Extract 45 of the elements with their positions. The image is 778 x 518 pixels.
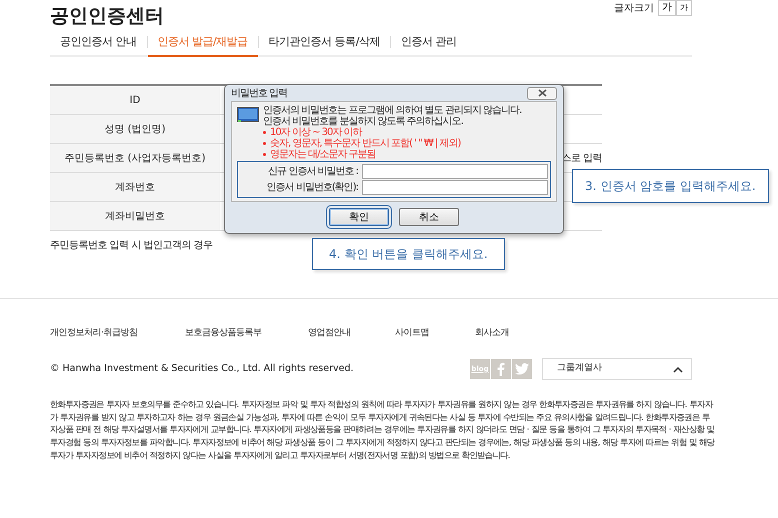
footer-link[interactable]: 회사소개 [475,328,509,338]
bullet-icon [263,131,266,134]
group-select[interactable]: 그룹계열사 [542,358,692,380]
field-label: 인증서 비밀번호(확인): [266,181,358,195]
form-label: ID [50,86,220,114]
cancel-button[interactable]: 취소 [399,208,459,226]
font-size-label: 글자크기 [614,2,654,16]
footer-link[interactable]: 영업점안내 [308,328,350,338]
password-rule: 10자 이상 ~ 30자 이하 [270,127,362,138]
form-label: 주민등록번호 (사업자등록번호) [50,144,220,172]
confirm-button[interactable]: 확인 [329,208,389,226]
bullet-icon [263,142,266,145]
password-rule: 숫자, 영문자, 특수문자 반드시 포함( ' " ₩ | 제외) [270,138,460,149]
page-title: 공인인증센터 [50,4,164,29]
close-icon [538,89,546,97]
tab[interactable]: 인증서 관리 [390,30,466,57]
bird-icon[interactable] [512,359,532,379]
password-field[interactable] [362,180,548,195]
tab[interactable]: 공인인증서 안내 [50,30,146,57]
copyright-text: © Hanwha Investment & Securities Co., Ltd. All rights reserved. [50,362,354,376]
password-rule: 영문자는 대/소문자 구분됨 [270,149,376,160]
form-label: 계좌번호 [50,173,220,201]
font-size-button[interactable]: 가 [676,0,692,16]
field-label: 신규 인증서 비밀번호 : [267,165,358,179]
form-label: 성명 (법인명) [50,115,220,143]
password-field[interactable] [362,164,548,179]
chevron-up-icon [673,366,683,372]
footer-link[interactable]: 개인정보처리·취급방침 [50,328,138,338]
bullet-icon [263,153,266,156]
dialog-message: 인증서 비밀번호를 분실하지 않도록 주의하십시오. [263,116,464,127]
font-size-button[interactable]: 가 [658,0,676,16]
form-label: 계좌비밀번호 [50,202,220,230]
dialog-message: 인증서의 비밀번호는 프로그램에 의하여 별도 관리되지 않습니다. [263,105,522,116]
tab[interactable]: 타기관인증서 등록/삭제 [258,30,390,57]
footer-link[interactable]: 보호금융상품등록부 [185,328,262,338]
callout: 3. 인증서 암호를 입력해주세요. [572,169,769,203]
disclaimer-text: 한화투자증권은 투자자 보호의무를 준수하고 있습니다. 투자자정보 파악 및 투자 적합성의 원칙에 따라 투자자가 투자권유를 원하지 않는 경우 한화투자증권은 투자권유를 하지 않습니다. 투자자가 투자권유를 받지 않고 투자하고자 하는 경우 원금손실 가능성과, 투자에 따른 손익이 모두 투자자에게 귀속된다는 사실 등 투자에 수반되는 주요 유의사항을 알려드립니다. 한화투자증권은 투자상품 판매 전 해당 투자설명서를 투자자에게 교부합니다. 투자자에게 파생상품등을 판매하려는 경우에는 투자권유를 하지 않더라도 면담 · 질문 등을 통하여 그 투자자의 투자목적 · 재산상황 및 투자경험 등의 투자자정보를 파악합니다. 투자자정보에 비추어 해당 파생상품 등이 그 투자자에게 적정하지 않다고 판단되는 경우에는, 해당 파생상품 등의 내용, 해당 투자에 따르는 위험 및 해당 투자가 투자자정보에 비추어 적정하지 않다는 사실을 투자자에게 알리고 투자자로부터 서명(전자서명 포함)의 방법으로 확인받습니다. [50,398,715,462]
dialog-title: 비밀번호 입력 [231,86,288,100]
callout: 4. 확인 버튼을 클릭해주세요. [312,238,505,270]
monitor-icon [237,107,259,123]
close-button[interactable] [527,86,557,100]
footer-link[interactable]: 사이트맵 [395,328,429,338]
group-select-label: 그룹계열사 [557,362,602,376]
facebook-icon[interactable] [491,359,511,379]
note-text: 주민등록번호 입력 시 법인고객의 경우 [50,239,213,253]
